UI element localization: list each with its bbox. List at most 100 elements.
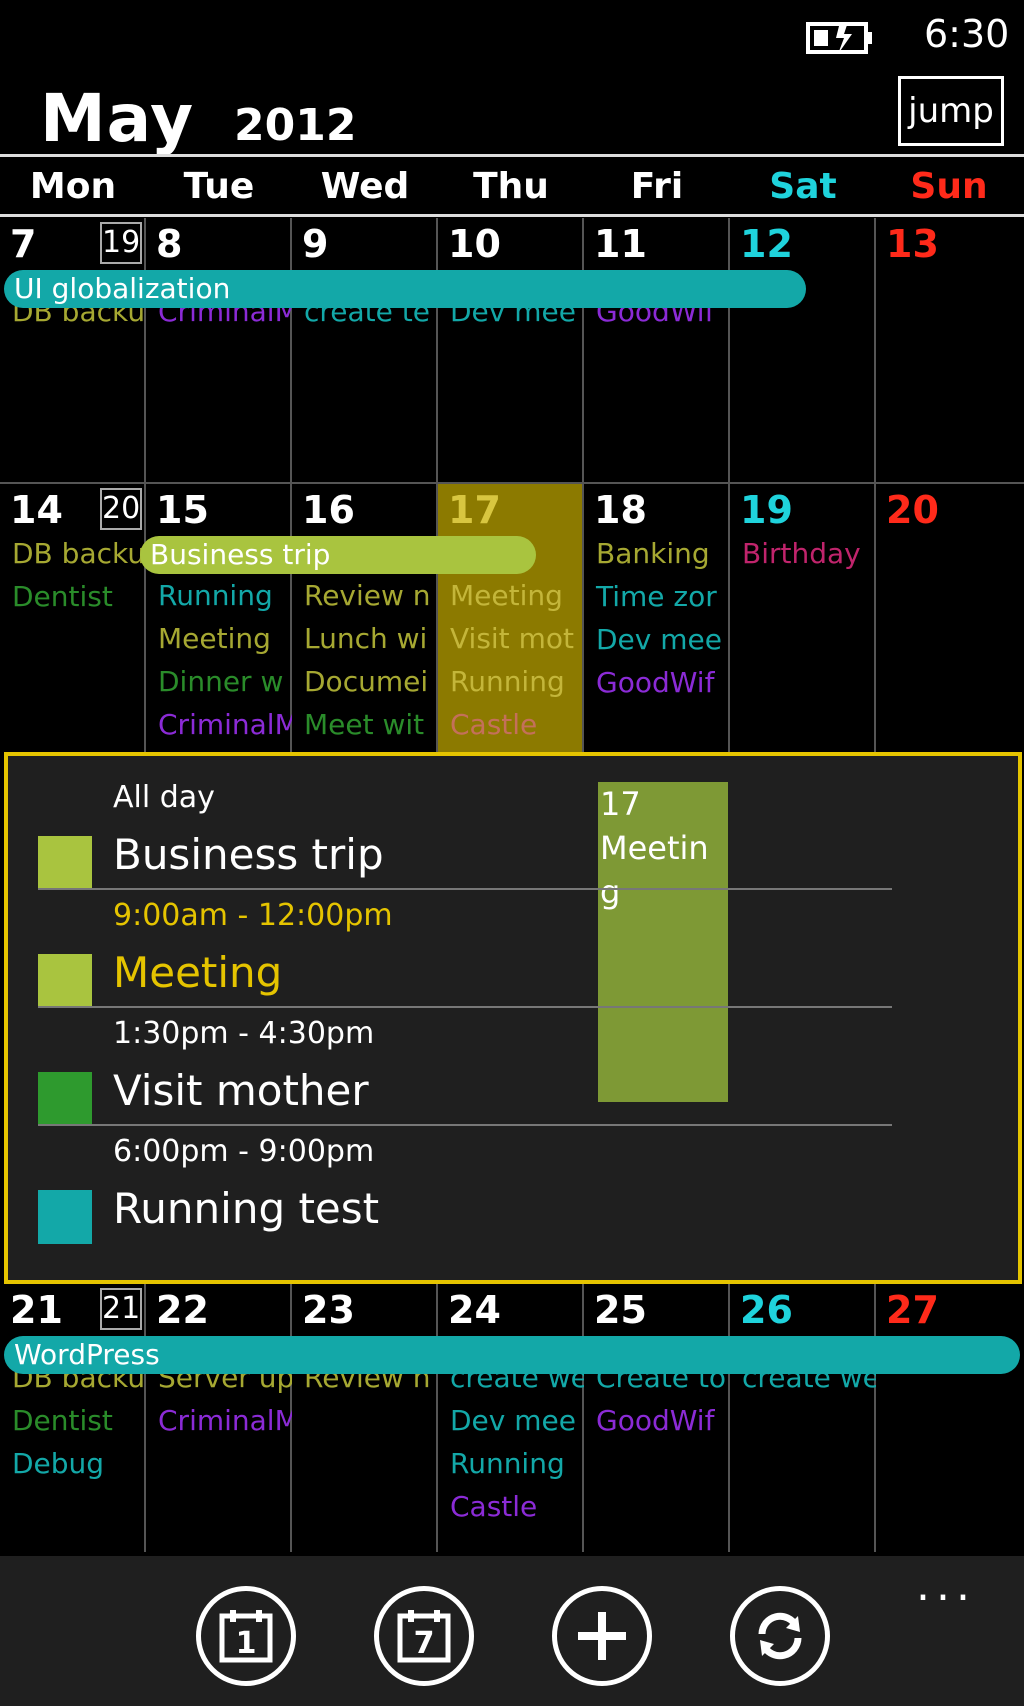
- timeline-event-block[interactable]: 17 Meetin g: [598, 782, 728, 1102]
- calendar-event[interactable]: Debug: [0, 1442, 146, 1485]
- sync-button[interactable]: [730, 1586, 830, 1686]
- calendar-day-icon: 1: [219, 1610, 273, 1663]
- calendar-event[interactable]: DB backu: [0, 532, 146, 575]
- sync-icon: [758, 1612, 802, 1660]
- week-row-20: 14 20 DB backu Dentist 15 Running Meeting Dinne…: [0, 484, 1024, 752]
- event-color-swatch: [38, 836, 92, 890]
- day-cell-21[interactable]: 21 21 DB backu Dentist Debug: [0, 1284, 146, 1552]
- calendar-event[interactable]: Dev mee: [438, 1399, 584, 1442]
- event-list: [876, 290, 1022, 482]
- day-number: 23: [302, 1288, 355, 1332]
- day-cell-12[interactable]: 12: [730, 218, 876, 482]
- weekday-mon: Mon: [29, 166, 117, 207]
- calendar-event[interactable]: Castle: [438, 1485, 584, 1528]
- weekday-wed: Wed: [320, 166, 410, 207]
- week-view-button[interactable]: 7: [374, 1586, 474, 1686]
- calendar-event[interactable]: Birthday: [730, 532, 876, 575]
- calendar-event[interactable]: Time zor: [584, 575, 730, 618]
- event-list: create te: [292, 290, 438, 482]
- calendar-event[interactable]: Banking: [584, 532, 730, 575]
- detail-event-title[interactable]: Meeting: [113, 948, 282, 997]
- day-cell-16[interactable]: 16 Review n Lunch wi Documei Meet wit: [292, 484, 438, 752]
- weekday-tue: Tue: [183, 166, 255, 207]
- day-cell-10[interactable]: 10 Dev mee: [438, 218, 584, 482]
- calendar-header: May 2012 jump: [0, 70, 1024, 157]
- day-cell-20[interactable]: 20: [876, 484, 1022, 752]
- day-number: 15: [156, 488, 209, 532]
- day-cell-25[interactable]: 25 Create to GoodWif: [584, 1284, 730, 1552]
- calendar-event[interactable]: CriminalM: [146, 703, 292, 746]
- event-list: Birthday: [730, 532, 876, 752]
- day-cell-23[interactable]: 23 Review n: [292, 1284, 438, 1552]
- detail-event-title[interactable]: Running test: [113, 1184, 379, 1233]
- calendar-event[interactable]: Dev mee: [584, 618, 730, 661]
- day-cell-11[interactable]: 11 GoodWif: [584, 218, 730, 482]
- day-cell-15[interactable]: 15 Running Meeting Dinner w CriminalM: [146, 484, 292, 752]
- day-cell-17[interactable]: 17 Meeting Visit mot Running Castle: [438, 484, 584, 752]
- calendar-event[interactable]: CriminalM: [146, 1399, 292, 1442]
- calendar-event[interactable]: Visit mot: [438, 617, 584, 660]
- day-number: 10: [448, 222, 501, 266]
- multi-day-event-bar[interactable]: Business trip: [140, 536, 536, 574]
- day-number: 21: [10, 1288, 63, 1332]
- calendar-event[interactable]: Dentist: [0, 1399, 146, 1442]
- weekday-thu: Thu: [473, 166, 549, 207]
- day-cell-24[interactable]: 24 create we Dev mee Running Castle: [438, 1284, 584, 1552]
- event-list: DB backu: [0, 290, 146, 482]
- day-cell-27[interactable]: 27: [876, 1284, 1022, 1552]
- day-number: 13: [886, 222, 939, 266]
- divider: [38, 1124, 892, 1126]
- calendar-event[interactable]: Running: [438, 660, 584, 703]
- calendar-event[interactable]: Documei: [292, 660, 438, 703]
- plus-icon: [578, 1612, 626, 1660]
- day-detail-panel[interactable]: 17 Meetin g All day Business trip 9:00am -…: [4, 752, 1022, 1284]
- day-cell-14[interactable]: 14 20 DB backu Dentist: [0, 484, 146, 752]
- event-list: [730, 290, 876, 482]
- day-cell-19[interactable]: 19 Birthday: [730, 484, 876, 752]
- detail-event-title[interactable]: Visit mother: [113, 1066, 369, 1115]
- day-cell-26[interactable]: 26 create we: [730, 1284, 876, 1552]
- event-color-swatch: [38, 954, 92, 1008]
- more-menu-button[interactable]: ...: [916, 1560, 976, 1611]
- weekday-sat: Sat: [769, 166, 837, 207]
- day-view-button[interactable]: 1: [196, 1586, 296, 1686]
- add-button[interactable]: [552, 1586, 652, 1686]
- event-color-swatch: [38, 1190, 92, 1244]
- day-cell-22[interactable]: 22 Server up CriminalM: [146, 1284, 292, 1552]
- day-cell-18[interactable]: 18 Banking Time zor Dev mee GoodWif: [584, 484, 730, 752]
- event-list: Dev mee: [438, 290, 584, 482]
- timeline-day: 17: [600, 785, 641, 823]
- day-cell-8[interactable]: 8 CriminalM: [146, 218, 292, 482]
- calendar-event[interactable]: GoodWif: [584, 661, 730, 704]
- multi-day-event-bar[interactable]: UI globalization: [4, 270, 806, 308]
- day-cell-9[interactable]: 9 create te: [292, 218, 438, 482]
- detail-event-title[interactable]: Business trip: [113, 830, 384, 879]
- day-cell-13[interactable]: 13: [876, 218, 1022, 482]
- event-color-swatch: [38, 1072, 92, 1126]
- multi-day-event-bar[interactable]: WordPress: [4, 1336, 1020, 1374]
- calendar-event[interactable]: Dentist: [0, 575, 146, 618]
- calendar-event[interactable]: Castle: [438, 703, 584, 746]
- calendar-event[interactable]: Dinner w: [146, 660, 292, 703]
- weekday-header: Mon Tue Wed Thu Fri Sat Sun: [0, 160, 1024, 214]
- calendar-event[interactable]: Review n: [292, 574, 438, 617]
- jump-button[interactable]: jump: [898, 76, 1004, 146]
- app-bar: 1 7 ...: [0, 1556, 1024, 1706]
- calendar-event[interactable]: Meet wit: [292, 703, 438, 746]
- month-title: May: [40, 80, 195, 157]
- calendar-event[interactable]: Lunch wi: [292, 617, 438, 660]
- calendar-event[interactable]: Meeting: [438, 574, 584, 617]
- calendar-event[interactable]: Meeting: [146, 617, 292, 660]
- day-number: 16: [302, 488, 355, 532]
- event-list: DB backu Dentist: [0, 532, 146, 752]
- day-cell-7[interactable]: 7 19 DB backu: [0, 218, 146, 482]
- week-row-21: 21 21 DB backu Dentist Debug 22 Server up Crimi…: [0, 1284, 1024, 1552]
- week-number: 21: [100, 1288, 142, 1330]
- calendar-event[interactable]: Running: [146, 574, 292, 617]
- calendar-event[interactable]: GoodWif: [584, 1399, 730, 1442]
- weekday-sun: Sun: [910, 166, 988, 207]
- battery-charging-icon: [806, 22, 872, 54]
- calendar-event[interactable]: Running: [438, 1442, 584, 1485]
- day-number: 12: [740, 222, 793, 266]
- svg-text:1: 1: [236, 1626, 257, 1661]
